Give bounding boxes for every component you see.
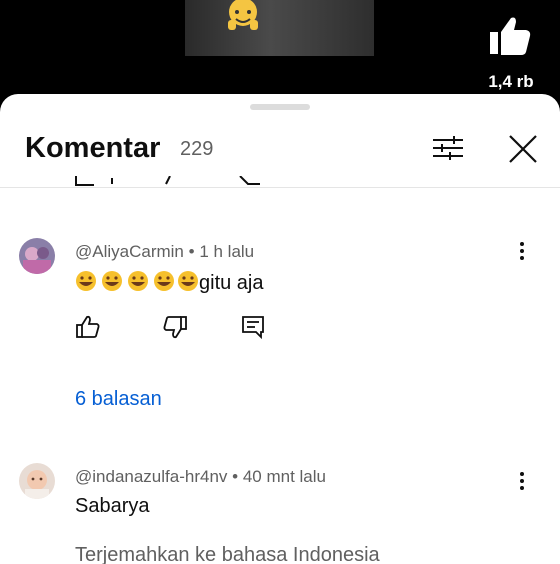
- thumb-up-icon[interactable]: [75, 314, 101, 340]
- translate-link[interactable]: Terjemahkan ke bahasa Indonesia: [75, 544, 380, 564]
- comment-count: 229: [180, 138, 214, 160]
- rofl-emoji-icon: [75, 270, 199, 298]
- thumb-down-icon[interactable]: [162, 314, 188, 340]
- face-emoji-icon: [228, 0, 258, 30]
- sort-filter-icon[interactable]: [430, 132, 466, 164]
- more-options-icon[interactable]: [510, 469, 534, 493]
- video-frame: [185, 0, 374, 56]
- comment-meta: @indanazulfa-hr4nv • 40 mnt lalu: [75, 467, 326, 486]
- like-icon[interactable]: [484, 12, 536, 64]
- comment-author[interactable]: @indanazulfa-hr4nv: [75, 467, 227, 486]
- comments-sheet: Komentar 229 @AliyaCarmin • 1 h lalu git…: [0, 94, 560, 564]
- header-divider: [0, 187, 560, 188]
- comment-meta: @AliyaCarmin • 1 h lalu: [75, 242, 255, 261]
- more-options-icon[interactable]: [510, 239, 534, 263]
- comment-body: gitu aja: [199, 272, 264, 294]
- avatar[interactable]: [19, 238, 55, 274]
- avatar[interactable]: [19, 463, 55, 499]
- view-replies-link[interactable]: 6 balasan: [75, 388, 162, 411]
- comment-author[interactable]: @AliyaCarmin: [75, 242, 184, 261]
- video-player[interactable]: 1,4 rb: [0, 0, 560, 100]
- like-count: 1,4 rb: [488, 72, 534, 91]
- comment-body: Sabarya: [75, 495, 150, 517]
- drag-handle[interactable]: [250, 104, 310, 110]
- comment-text: gitu aja: [75, 270, 264, 298]
- sheet-title: Komentar: [25, 132, 161, 164]
- comment-time: 1 h lalu: [199, 242, 255, 261]
- comment-time: 40 mnt lalu: [242, 467, 326, 486]
- close-icon[interactable]: [504, 132, 542, 166]
- reply-icon[interactable]: [240, 314, 266, 340]
- previous-comment-actions: [75, 176, 260, 186]
